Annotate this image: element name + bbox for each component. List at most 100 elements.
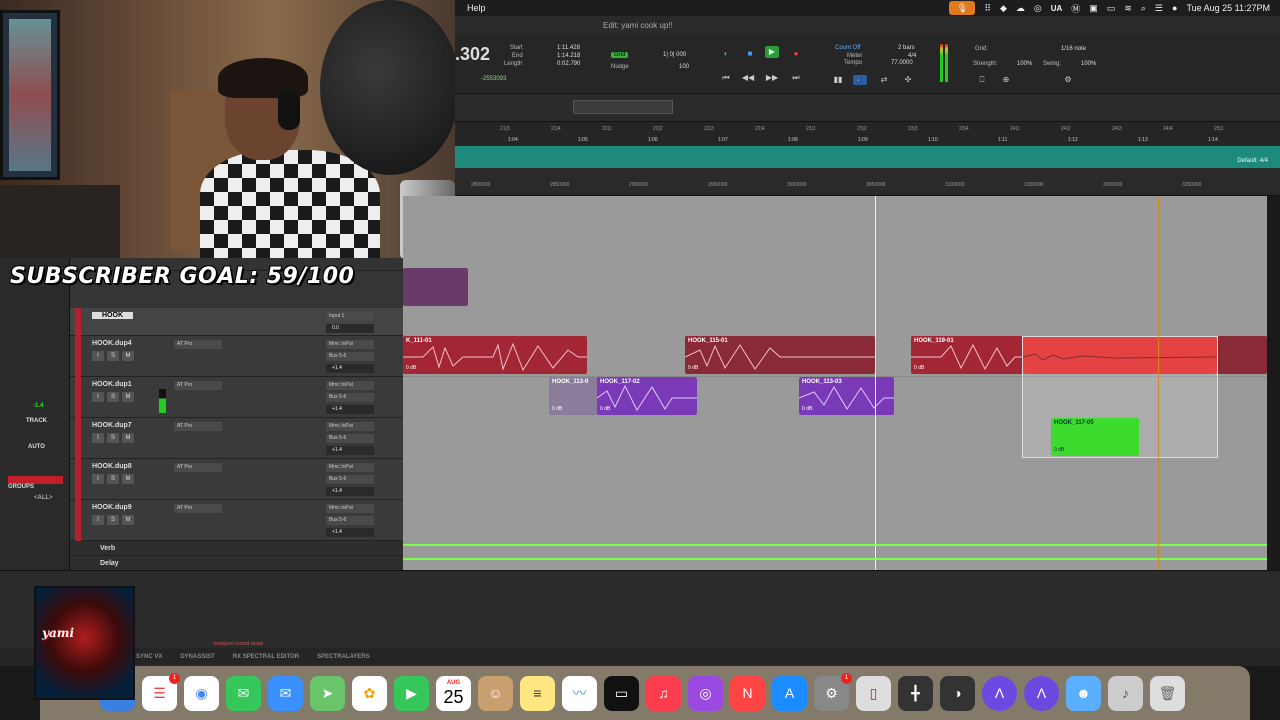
freeform-icon[interactable]: 〰 xyxy=(562,675,597,711)
track-name[interactable]: HOOK xyxy=(92,312,133,319)
input-button[interactable]: I xyxy=(92,474,104,484)
meter-label[interactable]: Meter xyxy=(847,53,862,59)
track-volume[interactable]: +1.4 xyxy=(326,487,374,496)
audio-midi-icon[interactable]: ╋ xyxy=(898,675,933,711)
clip-hook-115-01[interactable]: HOOK_115-01 0 dB xyxy=(685,336,875,374)
ua-menu[interactable]: UA xyxy=(1051,4,1063,13)
track-input[interactable]: Input 1 xyxy=(326,312,374,321)
track-delay[interactable]: Delay xyxy=(70,556,403,571)
plugin-spectralayers[interactable]: SPECTRALAYERS xyxy=(317,654,369,660)
all-group[interactable]: <ALL> xyxy=(34,495,53,501)
menu-help[interactable]: Help xyxy=(467,3,486,13)
track-verb[interactable]: Verb xyxy=(70,541,403,556)
track-name[interactable]: HOOK.dup1 xyxy=(92,381,132,388)
siri-icon[interactable]: ● xyxy=(1172,3,1177,13)
fast-forward-icon[interactable]: ▶▶ xyxy=(765,72,779,84)
plugin-rx-spectral-editor[interactable]: RX SPECTRAL EDITOR xyxy=(233,654,299,660)
track-name[interactable]: Verb xyxy=(100,545,115,552)
track-hook-dup8[interactable]: HOOK.dup8 ISM AT Pro Mmc InPut Bus 5-6 +… xyxy=(70,459,403,500)
track-hook[interactable]: HOOK Input 1 0.0 xyxy=(70,308,403,349)
contacts-icon[interactable]: ☺ xyxy=(478,675,513,711)
playhead-line[interactable] xyxy=(875,196,876,570)
track-output[interactable]: Bus 5-6 xyxy=(326,516,374,525)
tempo-ruler[interactable]: Default: 4/4 xyxy=(455,146,1280,168)
messages-icon[interactable]: ✉ xyxy=(226,675,261,711)
clip-hook-113-0[interactable]: HOOK_113-0 0 dB xyxy=(549,377,599,415)
sync-icon[interactable]: ◎ xyxy=(1034,3,1042,14)
track-output[interactable]: Bus 5-6 xyxy=(326,352,374,361)
news-icon[interactable]: N xyxy=(730,675,765,711)
edit-window[interactable]: K_111-01 0 dB HOOK_115-01 0 dB HOOK_119-… xyxy=(403,196,1267,570)
facetime-icon[interactable]: ▶ xyxy=(394,675,429,711)
loop-icon[interactable]: ◐ xyxy=(719,48,733,60)
track-hook-dup1[interactable]: HOOK.dup1 ISM AT Pro Mmc InPut Bus 5-6 +… xyxy=(70,377,403,418)
screen-icon[interactable]: ▣ xyxy=(1089,3,1098,14)
avid-icon-2[interactable]: Λ xyxy=(1024,675,1059,711)
track-input[interactable]: Mmc InPut xyxy=(326,463,374,472)
solo-button[interactable]: S xyxy=(107,392,119,402)
solo-button[interactable]: S xyxy=(107,515,119,525)
plugin-dynassist[interactable]: DYNASSIST xyxy=(180,654,214,660)
music-icon[interactable]: ♫ xyxy=(646,675,681,711)
delay-automation-line[interactable] xyxy=(403,558,1267,560)
track-volume[interactable]: +1.4 xyxy=(326,446,374,455)
solo-button[interactable]: S xyxy=(107,433,119,443)
notes-icon[interactable]: ≡ xyxy=(520,675,555,711)
settings-icon[interactable]: ⚙ 1 xyxy=(814,672,852,711)
pause-icon[interactable]: ▮▮ xyxy=(831,74,845,86)
track-volume[interactable]: 0.0 xyxy=(326,324,374,333)
appstore-icon[interactable]: A xyxy=(772,675,807,711)
clip-red-tail[interactable] xyxy=(1217,336,1267,374)
wifi-icon[interactable]: ≋ xyxy=(1124,3,1132,14)
track-input[interactable]: Mmc InPut xyxy=(326,340,374,349)
clock[interactable]: Tue Aug 25 11:27PM xyxy=(1186,3,1270,13)
groups-label[interactable]: GROUPS xyxy=(8,484,34,490)
mute-button[interactable]: M xyxy=(122,515,134,525)
plugin-slot[interactable]: AT Pro xyxy=(174,504,222,513)
solo-button[interactable]: S xyxy=(107,474,119,484)
track-output[interactable]: Bus 5-6 xyxy=(326,475,374,484)
reminders-icon[interactable]: ☰ 1 xyxy=(142,672,180,711)
count-bars-value[interactable]: 2 bars xyxy=(898,45,915,51)
shield-icon[interactable]: ◆ xyxy=(1000,3,1007,14)
clip-k-111-01[interactable]: K_111-01 0 dB xyxy=(403,336,587,374)
marker-line[interactable] xyxy=(1158,196,1159,570)
calendar-icon[interactable]: AUG 25 xyxy=(436,675,471,711)
meter-value[interactable]: 4/4 xyxy=(908,53,916,59)
quantize-icon[interactable]: ⎕ xyxy=(975,74,989,86)
track-input[interactable]: Mmc InPut xyxy=(326,504,374,513)
grid-value[interactable]: 1| 0| 000 xyxy=(663,52,686,58)
track-name[interactable]: HOOK.dup7 xyxy=(92,422,132,429)
mute-button[interactable]: M xyxy=(122,474,134,484)
gear-icon[interactable]: ⚙ xyxy=(1061,74,1075,86)
plugin-slot[interactable]: AT Pro xyxy=(174,422,222,431)
tempo-label[interactable]: Tempo xyxy=(844,60,862,66)
mail-icon[interactable]: ✉ xyxy=(268,675,303,711)
tv-icon[interactable]: ▭ xyxy=(604,675,639,711)
clip-hook-119-01[interactable]: HOOK_119-01 0 dB xyxy=(911,336,1023,374)
track-hook-dup7[interactable]: HOOK.dup7 ISM AT Pro Mmc InPut Bus 5-6 +… xyxy=(70,418,403,459)
mute-button[interactable]: M xyxy=(122,433,134,443)
maps-icon[interactable]: ➤ xyxy=(310,675,345,711)
plugin-slot[interactable]: AT Pro xyxy=(174,340,222,349)
photos-icon[interactable]: ✿ xyxy=(352,675,387,711)
mute-button[interactable]: M xyxy=(122,351,134,361)
track-volume[interactable]: +1.4 xyxy=(326,528,374,537)
input-button[interactable]: I xyxy=(92,392,104,402)
track-input[interactable]: Mmc InPut xyxy=(326,422,374,431)
plugin-slot[interactable]: AT Pro xyxy=(174,381,222,390)
control-center-icon[interactable]: ☰ xyxy=(1155,3,1163,14)
samples-ruler[interactable]: 2800000 2850000 2900000 2950000 3000000 30500… xyxy=(455,168,1280,196)
count-off-label[interactable]: Count Off xyxy=(835,45,861,51)
zoom-icon[interactable]: ⊕ xyxy=(999,74,1013,86)
podcasts-icon[interactable]: ◎ xyxy=(688,675,723,711)
stop-icon[interactable]: ■ xyxy=(743,48,757,60)
nudge-value[interactable]: 100 xyxy=(679,64,689,70)
tempo-value[interactable]: 77.0000 xyxy=(891,60,913,66)
grid-right-value[interactable]: 1/16 note xyxy=(1061,46,1086,52)
verb-automation-line[interactable] xyxy=(403,544,1267,546)
iphone-mirroring-icon[interactable]: ▯ xyxy=(856,675,891,711)
record-icon[interactable]: ● xyxy=(789,48,803,60)
strength-value[interactable]: 100% xyxy=(1017,61,1032,67)
mute-button[interactable]: M xyxy=(122,392,134,402)
